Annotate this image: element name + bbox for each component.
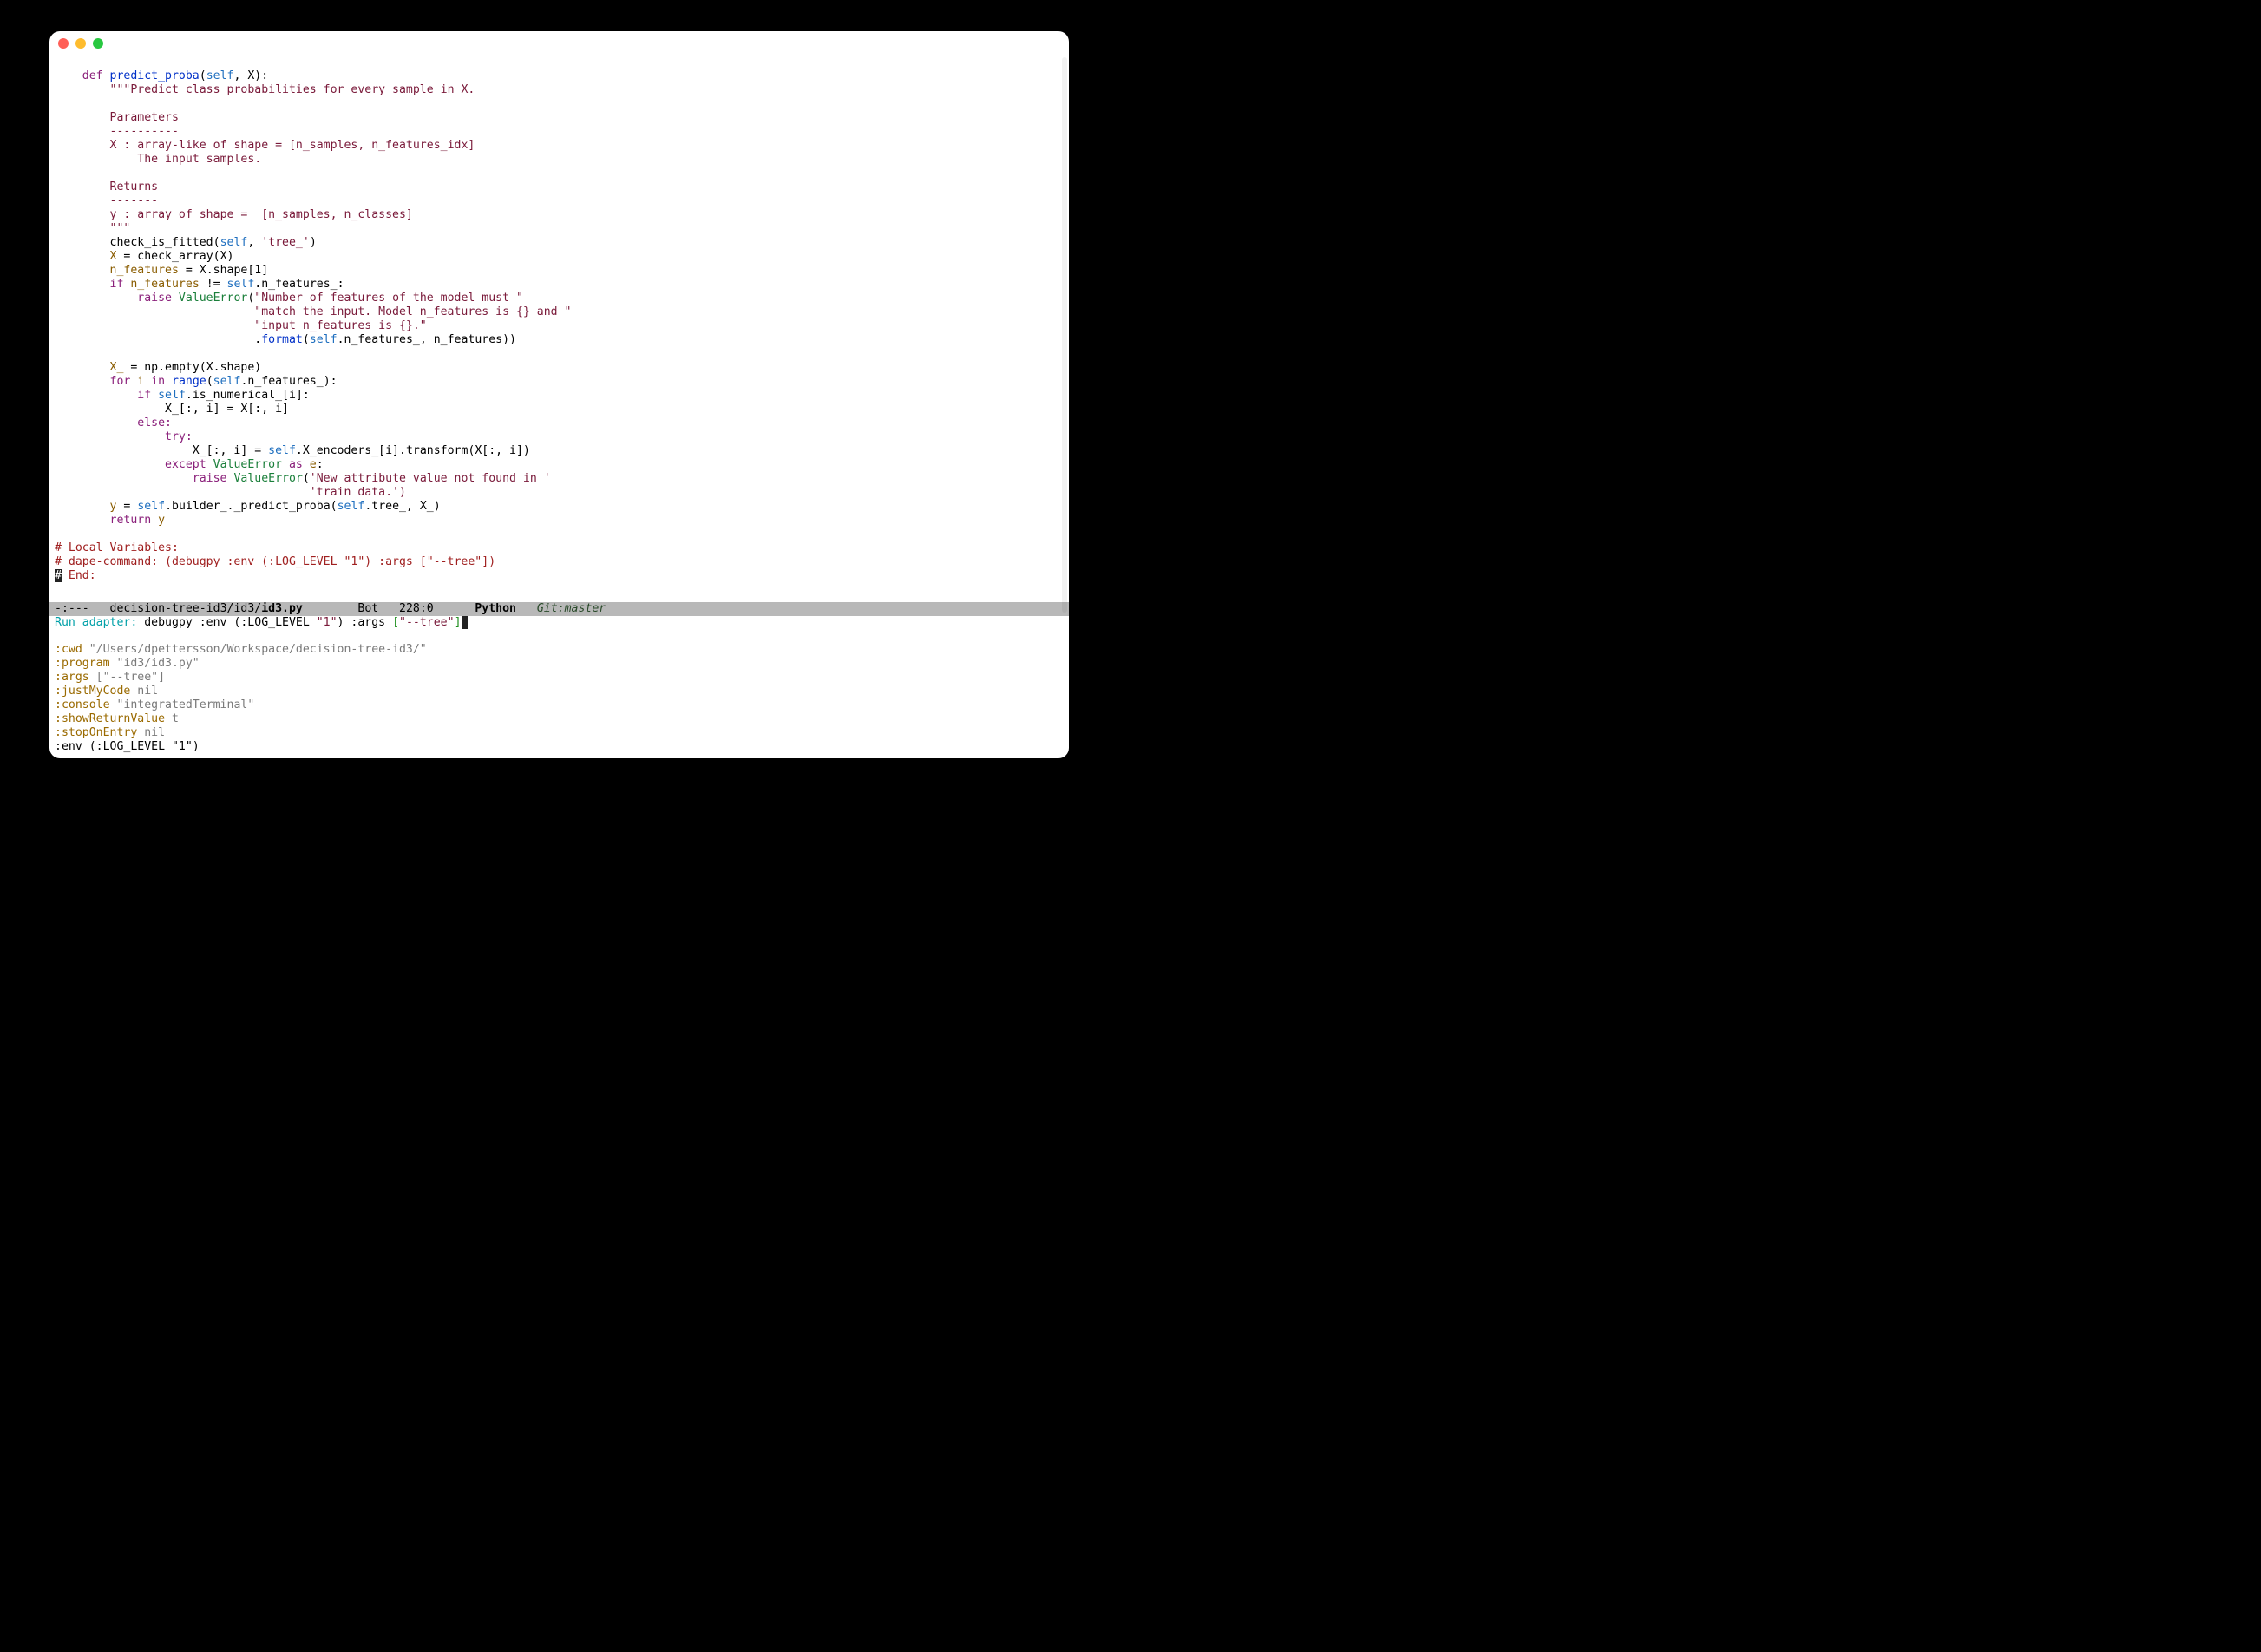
cfg-key-justmycode: :justMyCode (55, 685, 137, 698)
editor-window: def predict_proba(self, X): """Predict c… (49, 31, 1069, 758)
docstring: """Predict class probabilities for every… (110, 83, 475, 96)
func-name: predict_proba (110, 69, 200, 82)
minibuffer-cursor (462, 616, 469, 629)
mode-line: -:--- decision-tree-id3/id3/id3.py Bot 2… (49, 602, 1069, 616)
minimize-icon[interactable] (75, 38, 86, 49)
minibuffer-prompt: Run adapter: (55, 616, 144, 629)
zoom-icon[interactable] (93, 38, 103, 49)
cfg-key-showreturn: :showReturnValue (55, 712, 172, 725)
cfg-key-stoponentry: :stopOnEntry (55, 726, 144, 739)
dape-config-panel: :cwd "/Users/dpettersson/Workspace/decis… (49, 639, 1069, 754)
cursor: # (55, 569, 62, 582)
keyword-def: def (82, 69, 110, 82)
scrollbar[interactable] (1062, 57, 1067, 613)
cfg-key-console: :console (55, 698, 116, 711)
major-mode: Python (475, 602, 516, 615)
cfg-key-env: :env (55, 740, 89, 753)
buffer-name: id3.py (261, 602, 303, 615)
vc-status: Git:master (537, 602, 606, 615)
minibuffer[interactable]: Run adapter: debugpy :env (:LOG_LEVEL "1… (49, 616, 1069, 630)
position-indicator: Bot 228:0 (357, 602, 433, 615)
cfg-key-program: :program (55, 657, 116, 670)
cfg-key-args: :args (55, 671, 96, 684)
code-editor[interactable]: def predict_proba(self, X): """Predict c… (49, 56, 1069, 602)
comment-local-vars: # Local Variables: (55, 541, 179, 554)
window-titlebar (49, 31, 1069, 56)
cfg-key-cwd: :cwd (55, 643, 89, 656)
comment-dape-command: # dape-command: (debugpy :env (:LOG_LEVE… (55, 555, 495, 568)
close-icon[interactable] (58, 38, 69, 49)
